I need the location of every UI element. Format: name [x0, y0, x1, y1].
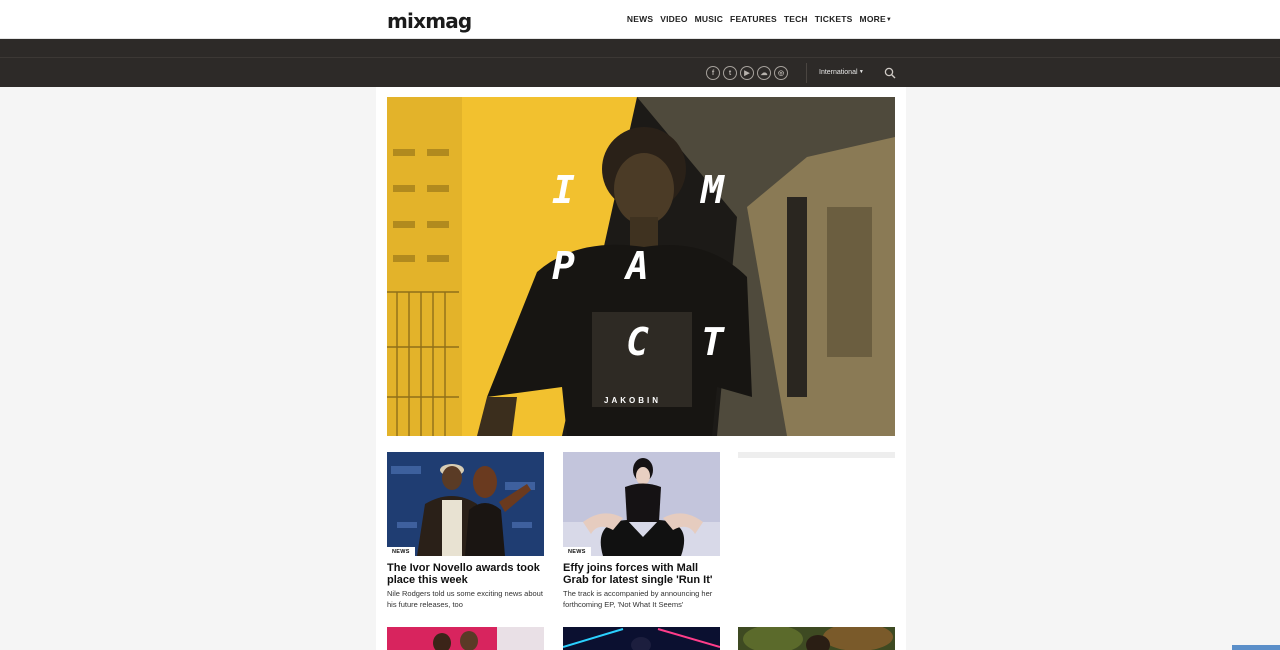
region-label: International [819, 69, 858, 76]
article-title[interactable]: The Ivor Novello awards took place this … [387, 562, 547, 586]
nav-more-label: MORE [859, 14, 886, 24]
search-icon[interactable] [884, 67, 896, 79]
category-badge: NEWS [387, 547, 415, 556]
article-image-effy[interactable] [563, 452, 720, 556]
article-summary: The track is accompanied by announcing h… [563, 589, 713, 609]
utility-bar [0, 39, 1280, 87]
nav-music[interactable]: MUSIC [695, 14, 723, 24]
nav-tickets[interactable]: TICKETS [815, 14, 853, 24]
article-image-ivor-novello[interactable] [387, 452, 544, 556]
article-title[interactable]: Effy joins forces with Mall Grab for lat… [563, 562, 723, 586]
hero-letter-i: I [552, 168, 575, 212]
article-image[interactable] [387, 627, 544, 650]
hero-letter-p: P [552, 244, 575, 288]
region-selector[interactable]: International ▼ [819, 69, 864, 76]
hero-caption: JAKOBIN [604, 396, 662, 405]
nav-tech[interactable]: TECH [784, 14, 808, 24]
instagram-icon[interactable]: ◎ [774, 66, 788, 80]
social-links: f t ▶ ☁ ◎ [706, 66, 788, 80]
soundcloud-icon[interactable]: ☁ [757, 66, 771, 80]
chevron-down-icon: ▼ [885, 17, 892, 23]
nav-video[interactable]: VIDEO [660, 14, 687, 24]
nav-news[interactable]: NEWS [627, 14, 653, 24]
utility-separator [806, 63, 807, 83]
thumbnail-photo [738, 627, 895, 650]
top-header: mixmag NEWS VIDEO MUSIC FEATURES TECH TI… [0, 0, 1280, 39]
ad-placeholder [738, 452, 895, 458]
hero-letter-a: A [626, 244, 649, 288]
ivor-novello-photo [387, 452, 544, 556]
utility-divider [0, 57, 1280, 58]
effy-photo [563, 452, 720, 556]
nav-features[interactable]: FEATURES [730, 14, 777, 24]
thumbnail-photo [563, 627, 720, 650]
article-summary: Nile Rodgers told us some exciting news … [387, 589, 543, 609]
chevron-down-icon: ▼ [857, 69, 864, 75]
youtube-icon[interactable]: ▶ [740, 66, 754, 80]
thumbnail-photo [387, 627, 544, 650]
facebook-icon[interactable]: f [706, 66, 720, 80]
hero-letter-c: C [626, 320, 649, 364]
main-nav: NEWS VIDEO MUSIC FEATURES TECH TICKETS M… [627, 14, 892, 24]
article-image[interactable] [738, 627, 895, 650]
hero-letter-m: M [701, 168, 724, 212]
twitter-icon[interactable]: t [723, 66, 737, 80]
hero-letter-t: T [701, 320, 724, 364]
nav-more[interactable]: MORE▼ [860, 14, 892, 24]
mixmag-logo[interactable]: mixmag [387, 9, 472, 33]
article-image[interactable] [563, 627, 720, 650]
category-badge: NEWS [563, 547, 591, 556]
feedback-tab[interactable] [1232, 645, 1280, 650]
